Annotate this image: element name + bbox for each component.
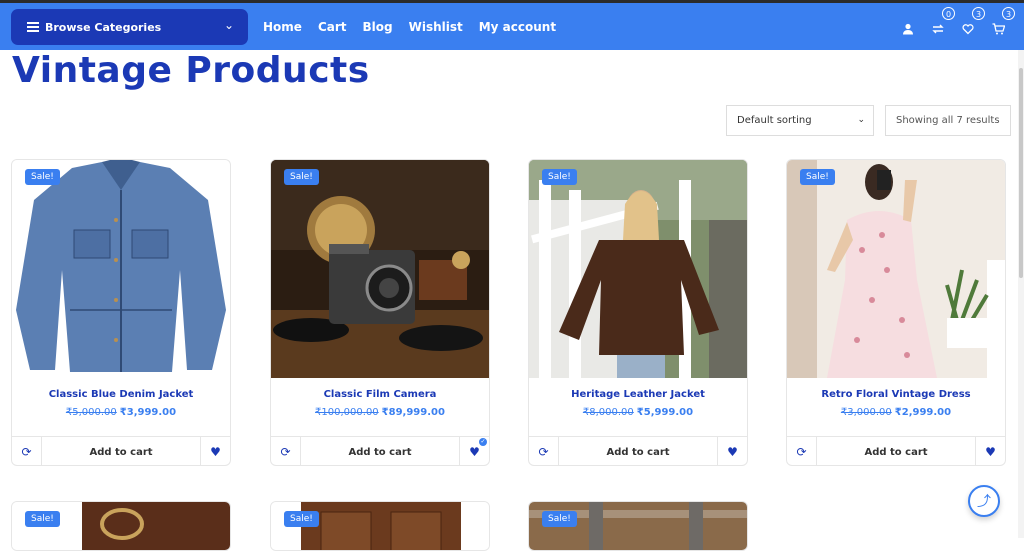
product-card[interactable]: Sale! <box>270 501 490 551</box>
compare-icon[interactable]: 0 <box>930 7 955 35</box>
add-to-cart-button[interactable]: Add to cart <box>559 437 718 465</box>
sale-badge: Sale! <box>284 511 319 527</box>
chevron-down-icon: ⌄ <box>857 115 865 125</box>
old-price: ₹8,000.00 <box>582 407 634 418</box>
header-navbar: Browse Categories ⌄ Home Cart Blog Wishl… <box>0 3 1024 50</box>
sale-price: ₹5,999.00 <box>636 407 694 418</box>
arrow-up-icon: ⤴ <box>977 494 991 510</box>
sale-badge: Sale! <box>542 511 577 527</box>
product-price: ₹5,000.00 ₹3,999.00 <box>12 407 230 418</box>
wishlist-count-badge: 3 <box>972 7 985 20</box>
sort-select[interactable]: Default sorting ⌄ <box>726 105 874 136</box>
product-price: ₹8,000.00 ₹5,999.00 <box>529 407 747 418</box>
old-price: ₹100,000.00 <box>315 407 379 418</box>
product-card[interactable]: Sale! Classic Blue Denim Jacket ₹5,000.0… <box>11 159 231 466</box>
user-icon[interactable] <box>900 13 916 35</box>
add-to-cart-button[interactable]: Add to cart <box>42 437 201 465</box>
add-to-cart-button[interactable]: Add to cart <box>301 437 460 465</box>
main-nav: Home Cart Blog Wishlist My account <box>263 20 572 34</box>
browse-categories-label: Browse Categories <box>45 20 162 34</box>
nav-cart[interactable]: Cart <box>318 20 347 34</box>
chevron-down-icon: ⌄ <box>223 18 234 32</box>
heart-icon[interactable]: ♥ <box>976 437 1005 465</box>
product-actions: ⟳ Add to cart ♥ <box>529 436 747 465</box>
product-card[interactable]: Sale! <box>11 501 231 551</box>
sale-badge: Sale! <box>25 511 60 527</box>
product-image-leather-jacket[interactable] <box>529 160 747 378</box>
nav-home[interactable]: Home <box>263 20 302 34</box>
sale-price: ₹89,999.00 <box>381 407 445 418</box>
heart-icon[interactable]: ♥ <box>718 437 747 465</box>
old-price: ₹5,000.00 <box>65 407 117 418</box>
product-image-floral-dress[interactable] <box>787 160 1005 378</box>
cart-icon[interactable]: 3 <box>990 7 1015 35</box>
scrollbar-thumb[interactable] <box>1019 68 1023 278</box>
nav-my-account[interactable]: My account <box>479 20 556 34</box>
sort-select-value: Default sorting <box>737 115 812 126</box>
product-image-denim-jacket[interactable] <box>12 160 230 378</box>
header-icons: 0 3 3 <box>900 7 1015 35</box>
product-name[interactable]: Classic Film Camera <box>271 389 489 400</box>
product-image-film-camera[interactable] <box>271 160 489 378</box>
old-price: ₹3,000.00 <box>840 407 892 418</box>
list-icon <box>27 20 39 34</box>
heart-icon[interactable]: ♥ ✓ <box>460 437 489 465</box>
page-scrollbar[interactable] <box>1018 50 1024 538</box>
product-card[interactable]: Sale! Retro Floral Vintage Dress ₹3,000.… <box>786 159 1006 466</box>
product-price: ₹100,000.00 ₹89,999.00 <box>271 407 489 418</box>
sale-badge: Sale! <box>542 169 577 185</box>
product-price: ₹3,000.00 ₹2,999.00 <box>787 407 1005 418</box>
scroll-to-top-button[interactable]: ⤴ <box>968 485 1000 517</box>
sale-price: ₹3,999.00 <box>119 407 177 418</box>
page-title: Vintage Products <box>12 50 370 91</box>
nav-blog[interactable]: Blog <box>363 20 393 34</box>
sale-badge: Sale! <box>800 169 835 185</box>
heart-icon[interactable]: ♥ <box>201 437 230 465</box>
product-card[interactable]: Sale! Heritage Leather Jacket ₹8,000.00 ₹… <box>528 159 748 466</box>
product-name[interactable]: Classic Blue Denim Jacket <box>12 389 230 400</box>
compare-count-badge: 0 <box>942 7 955 20</box>
product-card[interactable]: Sale! Classic Film Camera ₹100,000.00 ₹89… <box>270 159 490 466</box>
product-actions: ⟳ Add to cart ♥ ✓ <box>271 436 489 465</box>
compare-icon[interactable]: ⟳ <box>12 437 42 465</box>
add-to-cart-button[interactable]: Add to cart <box>817 437 976 465</box>
sale-price: ₹2,999.00 <box>894 407 952 418</box>
nav-wishlist[interactable]: Wishlist <box>409 20 463 34</box>
product-actions: ⟳ Add to cart ♥ <box>787 436 1005 465</box>
sale-badge: Sale! <box>25 169 60 185</box>
product-name[interactable]: Retro Floral Vintage Dress <box>787 389 1005 400</box>
sale-badge: Sale! <box>284 169 319 185</box>
product-actions: ⟳ Add to cart ♥ <box>12 436 230 465</box>
check-icon: ✓ <box>479 438 487 446</box>
compare-icon[interactable]: ⟳ <box>271 437 301 465</box>
product-name[interactable]: Heritage Leather Jacket <box>529 389 747 400</box>
cart-count-badge: 3 <box>1002 7 1015 20</box>
result-count: Showing all 7 results <box>885 105 1011 136</box>
compare-icon[interactable]: ⟳ <box>787 437 817 465</box>
wishlist-icon[interactable]: 3 <box>960 7 985 35</box>
compare-icon[interactable]: ⟳ <box>529 437 559 465</box>
browse-categories-button[interactable]: Browse Categories ⌄ <box>11 9 248 45</box>
product-card[interactable]: Sale! <box>528 501 748 551</box>
